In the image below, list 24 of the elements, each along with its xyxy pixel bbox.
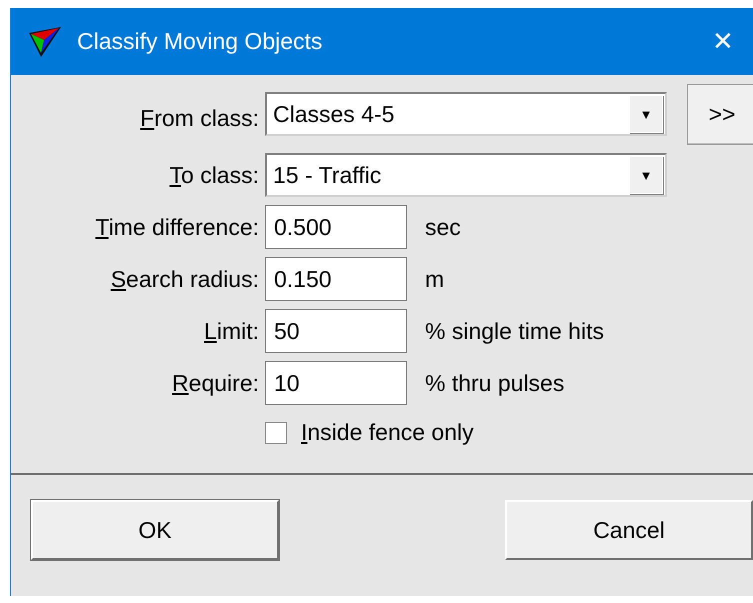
field-label: Require: [172, 370, 259, 396]
unit-label: % thru pulses [425, 370, 564, 396]
unit-label: sec [425, 214, 461, 240]
field-label: Search radius: [110, 266, 259, 292]
ok-button[interactable]: OK [31, 500, 279, 560]
expand-button[interactable]: >> [687, 84, 753, 145]
input-field[interactable]: 0.150 [265, 257, 407, 301]
class-dropdown[interactable]: 15 - Traffic ▼ [265, 153, 667, 197]
unit-label: % single time hits [425, 318, 604, 344]
checkbox-label[interactable]: Inside fence only [301, 419, 474, 446]
field-label: To class: [170, 162, 259, 188]
class-dropdown[interactable]: Classes 4-5 ▼ [265, 92, 667, 136]
window-title: Classify Moving Objects [77, 28, 324, 55]
field-label: Time difference: [95, 214, 259, 240]
field-label: From class: [140, 105, 259, 132]
close-button[interactable]: ✕ [693, 12, 753, 72]
app-icon [27, 24, 63, 58]
field-label: Limit: [204, 318, 259, 344]
input-field[interactable]: 50 [265, 309, 407, 353]
input-field[interactable]: 10 [265, 361, 407, 405]
checkbox[interactable] [265, 422, 287, 444]
input-field[interactable]: 0.500 [265, 205, 407, 249]
unit-label: m [425, 266, 444, 292]
cancel-button[interactable]: Cancel [505, 500, 753, 560]
